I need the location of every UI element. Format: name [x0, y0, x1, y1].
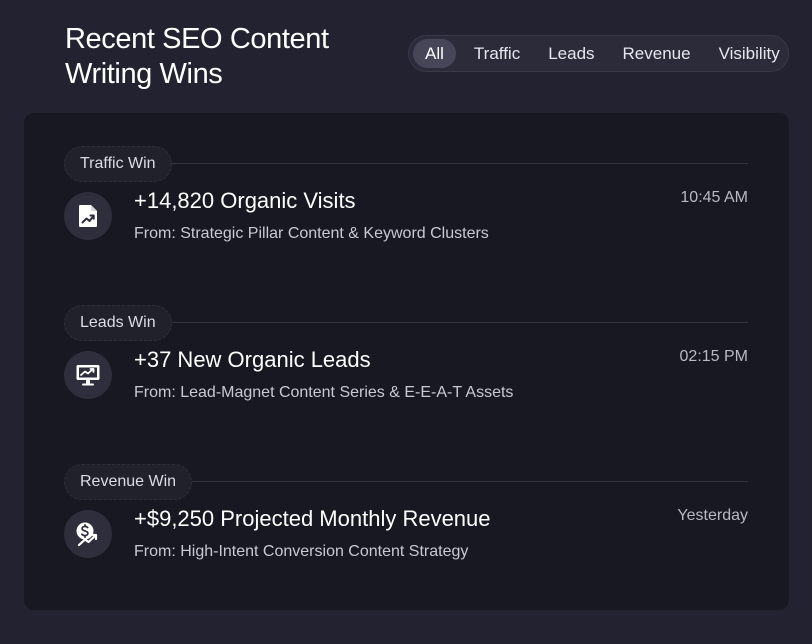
win-title: +14,820 Organic Visits: [134, 188, 356, 213]
win-source: From: Strategic Pillar Content & Keyword…: [134, 225, 489, 242]
section-divider: [172, 322, 748, 323]
wins-card: Traffic Win +14,820 Organic Visits From:…: [24, 113, 789, 610]
section-header: Leads Win: [64, 305, 748, 341]
section-divider: [170, 163, 748, 164]
section-label: Revenue Win: [64, 464, 193, 500]
filter-visibility[interactable]: Visibility: [709, 39, 790, 68]
section-label: Traffic Win: [64, 146, 172, 182]
document-chart-icon: [64, 192, 112, 240]
filter-leads[interactable]: Leads: [538, 39, 604, 68]
win-source: From: Lead-Magnet Content Series & E-E-A…: [134, 384, 514, 401]
page-title: Recent SEO Content Writing Wins: [65, 23, 329, 90]
filter-traffic[interactable]: Traffic: [464, 39, 530, 68]
section-traffic-win: Traffic Win +14,820 Organic Visits From:…: [64, 146, 748, 266]
filter-all[interactable]: All: [413, 39, 456, 68]
win-entry[interactable]: +14,820 Organic Visits From: Strategic P…: [64, 186, 748, 266]
monitor-chart-icon: [64, 351, 112, 399]
page-header: Recent SEO Content Writing Wins All Traf…: [0, 0, 812, 112]
filter-revenue[interactable]: Revenue: [613, 39, 701, 68]
win-time: 10:45 AM: [680, 189, 748, 206]
win-title: +$9,250 Projected Monthly Revenue: [134, 506, 491, 531]
win-time: Yesterday: [677, 507, 748, 524]
win-entry[interactable]: +$9,250 Projected Monthly Revenue From: …: [64, 504, 748, 584]
win-title: +37 New Organic Leads: [134, 347, 371, 372]
section-revenue-win: Revenue Win +$9,250 Projected Monthly Re…: [64, 464, 748, 584]
win-entry[interactable]: +37 New Organic Leads From: Lead-Magnet …: [64, 345, 748, 425]
section-leads-win: Leads Win +37 New Organic Leads From: Le…: [64, 305, 748, 425]
section-header: Revenue Win: [64, 464, 748, 500]
win-source: From: High-Intent Conversion Content Str…: [134, 543, 469, 560]
filter-tabs: All Traffic Leads Revenue Visibility: [408, 35, 789, 72]
section-header: Traffic Win: [64, 146, 748, 182]
win-time: 02:15 PM: [679, 348, 748, 365]
section-label: Leads Win: [64, 305, 172, 341]
dollar-growth-icon: [64, 510, 112, 558]
section-divider: [192, 481, 748, 482]
